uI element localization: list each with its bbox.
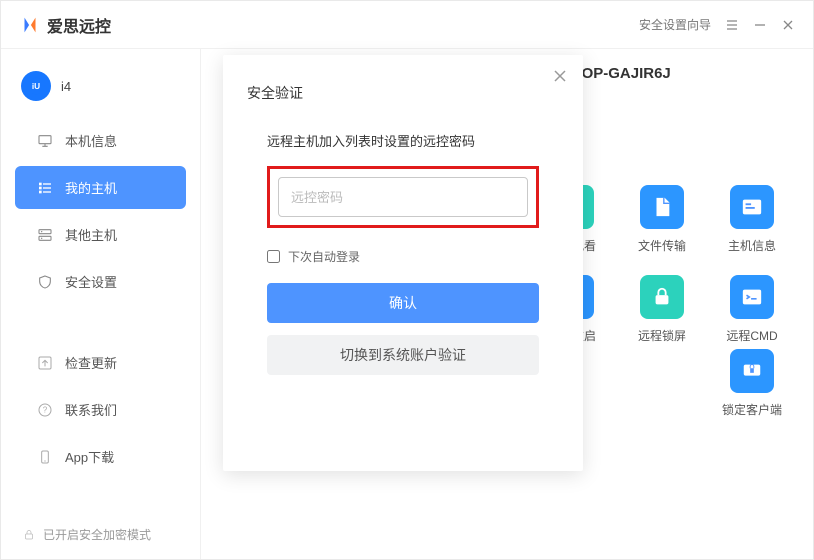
- confirm-button[interactable]: 确认: [267, 283, 539, 323]
- server-icon: [37, 227, 53, 243]
- app-title: 爱思远控: [47, 13, 111, 37]
- sidebar-footer: 已开启安全加密模式: [1, 520, 200, 549]
- sidebar-item-label: 联系我们: [65, 400, 117, 419]
- sidebar-item-label: 其他主机: [65, 225, 117, 244]
- lock-icon: [23, 529, 35, 541]
- action-host-info[interactable]: 主机信息: [721, 185, 783, 254]
- minimize-button[interactable]: [753, 18, 767, 32]
- action-label: 文件传输: [638, 237, 686, 254]
- security-verify-dialog: 安全验证 远程主机加入列表时设置的远控密码 下次自动登录 确认 切换到系统账户验…: [223, 55, 583, 471]
- footer-text: 已开启安全加密模式: [43, 526, 151, 543]
- upload-icon: [37, 355, 53, 371]
- action-label: 主机信息: [728, 237, 776, 254]
- menu-icon[interactable]: [725, 18, 739, 32]
- close-button[interactable]: [781, 18, 795, 32]
- app-logo-icon: [19, 14, 41, 36]
- security-wizard-link[interactable]: 安全设置向导: [639, 16, 711, 33]
- current-host[interactable]: iU i4: [1, 63, 200, 115]
- sidebar-item-other-hosts[interactable]: 其他主机: [15, 213, 186, 256]
- host-avatar-icon: iU: [21, 71, 51, 101]
- app-logo: 爱思远控: [19, 13, 111, 37]
- action-remote-lock[interactable]: 远程锁屏: [631, 275, 693, 344]
- sidebar-item-app-download[interactable]: App下载: [15, 435, 186, 478]
- mobile-icon: [37, 449, 53, 465]
- sidebar-item-contact-us[interactable]: ? 联系我们: [15, 388, 186, 431]
- list-icon: [37, 180, 53, 196]
- auto-login-box[interactable]: [267, 250, 280, 263]
- sidebar-item-label: 检查更新: [65, 353, 117, 372]
- sidebar-item-local-info[interactable]: 本机信息: [15, 119, 186, 162]
- host-name: i4: [61, 79, 71, 94]
- sidebar: iU i4 本机信息 我的主机 其他主机 安全设置 检查更新 ? 联系我们 Ap…: [1, 49, 201, 559]
- dialog-description: 远程主机加入列表时设置的远控密码: [267, 131, 539, 150]
- client-lock-icon: [741, 360, 763, 382]
- svg-text:?: ?: [43, 405, 48, 414]
- sidebar-item-my-hosts[interactable]: 我的主机: [15, 166, 186, 209]
- svg-text:iU: iU: [32, 82, 40, 91]
- sidebar-item-label: App下载: [65, 447, 114, 466]
- help-icon: ?: [37, 402, 53, 418]
- sidebar-item-label: 安全设置: [65, 272, 117, 291]
- action-label: 远程CMD: [726, 327, 777, 344]
- sidebar-item-check-update[interactable]: 检查更新: [15, 341, 186, 384]
- monitor-icon: [37, 133, 53, 149]
- action-lock-client[interactable]: 锁定客户端: [721, 349, 783, 418]
- password-input-highlight: [267, 166, 539, 228]
- remote-password-input[interactable]: [278, 177, 528, 217]
- sidebar-item-label: 我的主机: [65, 178, 117, 197]
- file-icon: [651, 196, 673, 218]
- shield-icon: [37, 274, 53, 290]
- lock-screen-icon: [651, 286, 673, 308]
- auto-login-checkbox[interactable]: 下次自动登录: [267, 248, 539, 265]
- sidebar-item-label: 本机信息: [65, 131, 117, 150]
- info-card-icon: [741, 196, 763, 218]
- action-remote-cmd[interactable]: 远程CMD: [721, 275, 783, 344]
- action-file-transfer[interactable]: 文件传输: [631, 185, 693, 254]
- dialog-close-button[interactable]: [553, 69, 569, 85]
- dialog-title: 安全验证: [247, 83, 559, 103]
- titlebar-right: 安全设置向导: [639, 16, 795, 33]
- action-label: 远程锁屏: [638, 327, 686, 344]
- sidebar-item-security-settings[interactable]: 安全设置: [15, 260, 186, 303]
- switch-account-auth-button[interactable]: 切换到系统账户验证: [267, 335, 539, 375]
- terminal-icon: [741, 286, 763, 308]
- auto-login-label: 下次自动登录: [288, 248, 360, 265]
- action-label: 锁定客户端: [722, 401, 782, 418]
- titlebar: 爱思远控 安全设置向导: [1, 1, 813, 49]
